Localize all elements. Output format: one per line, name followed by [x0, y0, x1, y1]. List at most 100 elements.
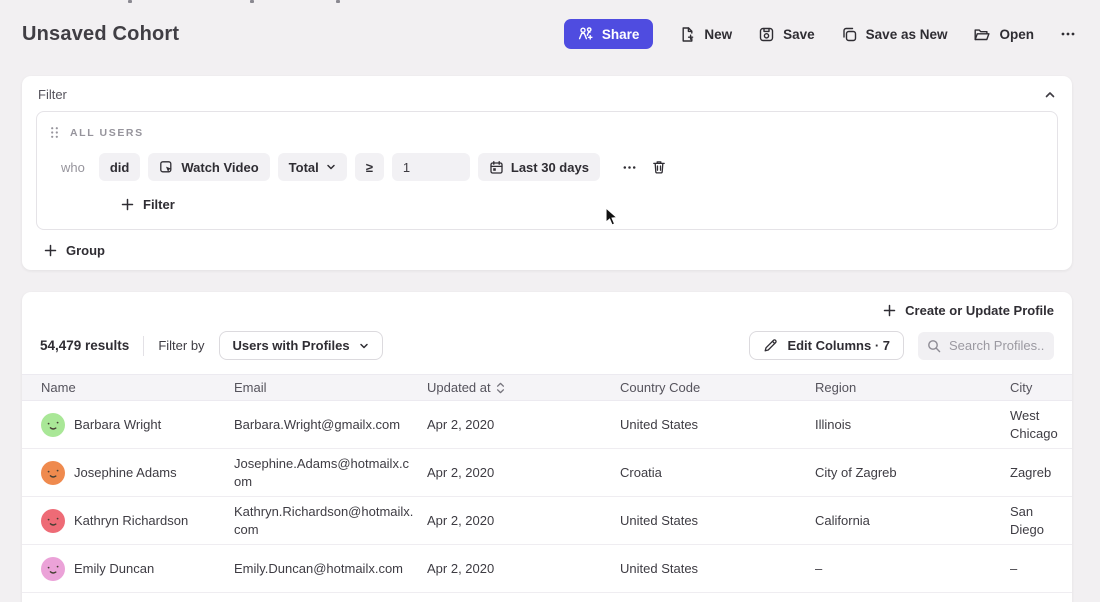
condition-row: who did Watch Video Total: [61, 153, 1057, 181]
cropped-breadcrumb-fragment: [128, 0, 132, 3]
chevron-up-icon: [1044, 89, 1056, 101]
profile-country: Croatia: [620, 464, 815, 482]
profile-country: United States: [620, 416, 815, 434]
search-icon: [927, 339, 941, 353]
toolbar-divider: [143, 336, 144, 356]
column-header-city: City: [1010, 380, 1072, 395]
column-header-updated-at[interactable]: Updated at: [427, 380, 620, 395]
delete-condition-button[interactable]: [651, 159, 667, 175]
profile-name-cell: Josephine Adams: [41, 461, 234, 485]
profile-name: Emily Duncan: [74, 560, 154, 578]
profile-email: Kathryn.Richardson@hotmailx.com: [234, 503, 427, 538]
more-options-button[interactable]: [1060, 26, 1076, 42]
table-body: Barbara Wright Barbara.Wright@gmailx.com…: [22, 401, 1072, 593]
table-row[interactable]: Barbara Wright Barbara.Wright@gmailx.com…: [22, 401, 1072, 449]
sort-updown-icon: [496, 382, 505, 394]
profile-search[interactable]: [918, 332, 1054, 360]
did-selector[interactable]: did: [99, 153, 141, 181]
profile-updated-at: Apr 2, 2020: [427, 512, 620, 530]
add-filter-button[interactable]: Filter: [121, 197, 175, 212]
open-button-label: Open: [999, 27, 1034, 42]
profile-search-input[interactable]: [949, 338, 1045, 353]
did-label: did: [110, 160, 130, 175]
profile-name-cell: Kathryn Richardson: [41, 509, 234, 533]
profile-region: –: [815, 560, 1010, 578]
group-label: ALL USERS: [70, 127, 144, 139]
pencil-icon: [763, 338, 778, 353]
profile-city: –: [1010, 560, 1072, 578]
date-range-label: Last 30 days: [511, 160, 589, 175]
profile-updated-at: Apr 2, 2020: [427, 464, 620, 482]
filter-panel-title: Filter: [38, 87, 67, 102]
file-plus-icon: [679, 26, 696, 43]
profile-email: Barbara.Wright@gmailx.com: [234, 416, 427, 434]
profile-country: United States: [620, 560, 815, 578]
profile-email: Josephine.Adams@hotmailx.com: [234, 455, 427, 490]
filter-by-label: Filter by: [158, 338, 204, 353]
create-or-update-profile-button[interactable]: Create or Update Profile: [883, 303, 1054, 318]
plus-icon: [44, 244, 57, 257]
plus-icon: [883, 304, 896, 317]
aggregation-selector[interactable]: Total: [278, 153, 347, 181]
profile-city: San Diego: [1010, 503, 1072, 538]
avatar: [41, 557, 65, 581]
profile-city: Zagreb: [1010, 464, 1072, 482]
profile-country: United States: [620, 512, 815, 530]
column-header-country-code: Country Code: [620, 380, 815, 395]
profile-city: West Chicago: [1010, 407, 1072, 442]
page-title: Unsaved Cohort: [22, 23, 179, 46]
threshold-input[interactable]: [392, 153, 470, 181]
date-range-selector[interactable]: Last 30 days: [478, 153, 600, 181]
new-button-label: New: [704, 27, 732, 42]
operator-selector[interactable]: ≥: [355, 153, 384, 181]
table-row[interactable]: Emily Duncan Emily.Duncan@hotmailx.com A…: [22, 545, 1072, 593]
share-button[interactable]: Share: [564, 19, 654, 49]
collapse-panel-button[interactable]: [1044, 89, 1056, 101]
add-filter-label: Filter: [143, 197, 175, 212]
cohort-builder-page: Unsaved Cohort Share: [0, 0, 1100, 602]
drag-handle-icon[interactable]: [50, 126, 59, 139]
profile-name-cell: Emily Duncan: [41, 557, 234, 581]
profile-name: Barbara Wright: [74, 416, 161, 434]
meatballs-icon: [1060, 26, 1076, 42]
table-row[interactable]: Kathryn Richardson Kathryn.Richardson@ho…: [22, 497, 1072, 545]
create-or-update-profile-label: Create or Update Profile: [905, 303, 1054, 318]
operator-label: ≥: [366, 160, 373, 175]
table-header-row: Name Email Updated at Country Code Regio…: [22, 374, 1072, 401]
topbar: Unsaved Cohort Share: [22, 8, 1076, 60]
share-button-label: Share: [602, 27, 640, 42]
folder-open-icon: [973, 26, 991, 43]
event-selector[interactable]: Watch Video: [148, 153, 269, 181]
profile-name-cell: Barbara Wright: [41, 413, 234, 437]
add-group-button[interactable]: Group: [44, 243, 105, 258]
profile-updated-at: Apr 2, 2020: [427, 416, 620, 434]
save-button[interactable]: Save: [758, 26, 815, 43]
new-button[interactable]: New: [679, 26, 732, 43]
avatar: [41, 509, 65, 533]
chevron-down-icon: [326, 162, 336, 172]
profile-filter-value: Users with Profiles: [233, 338, 350, 353]
event-cursor-icon: [159, 160, 174, 175]
profile-updated-at: Apr 2, 2020: [427, 560, 620, 578]
open-button[interactable]: Open: [973, 26, 1034, 43]
results-panel: Create or Update Profile 54,479 results …: [22, 292, 1072, 602]
profile-region: California: [815, 512, 1010, 530]
results-count: 54,479 results: [40, 338, 129, 353]
table-row[interactable]: Josephine Adams Josephine.Adams@hotmailx…: [22, 449, 1072, 497]
profile-filter-dropdown[interactable]: Users with Profiles: [219, 331, 383, 360]
save-as-new-button[interactable]: Save as New: [841, 26, 948, 43]
results-toolbar: 54,479 results Filter by Users with Prof…: [22, 318, 1072, 374]
profile-name: Kathryn Richardson: [74, 512, 188, 530]
save-button-label: Save: [783, 27, 815, 42]
cohort-group-card: ALL USERS who did Watch Video: [36, 111, 1058, 230]
condition-more-button[interactable]: [622, 160, 637, 175]
group-header: ALL USERS: [37, 112, 1057, 139]
copy-icon: [841, 26, 858, 43]
edit-columns-button[interactable]: Edit Columns · 7: [749, 331, 904, 360]
profile-region: City of Zagreb: [815, 464, 1010, 482]
avatar: [41, 461, 65, 485]
who-label: who: [61, 160, 85, 175]
profile-name: Josephine Adams: [74, 464, 177, 482]
trash-icon: [651, 159, 667, 175]
create-row: Create or Update Profile: [22, 292, 1072, 318]
